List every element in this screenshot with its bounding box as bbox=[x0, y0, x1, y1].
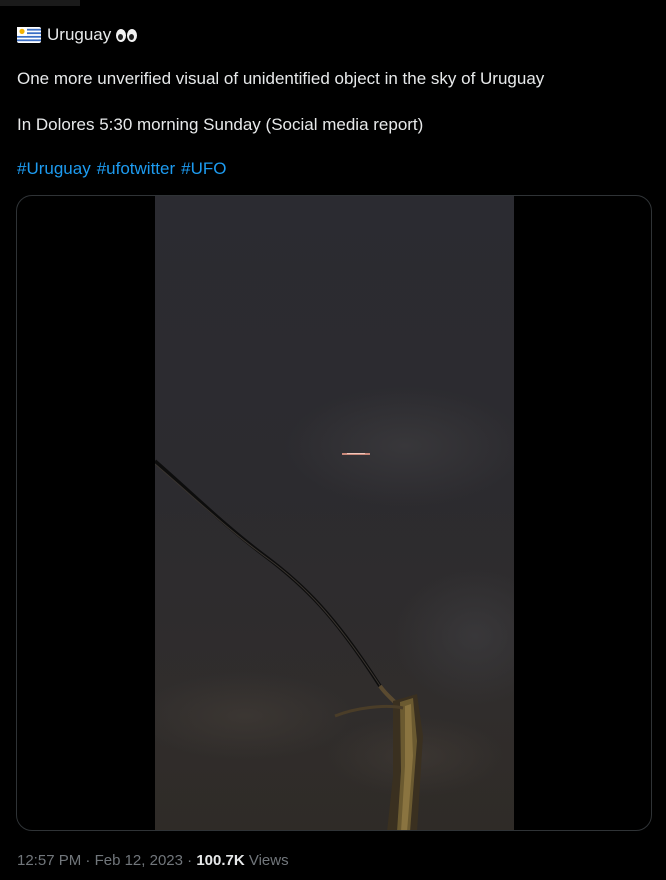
hashtag-row: #Uruguay #ufotwitter #UFO bbox=[17, 158, 233, 180]
tweet-body-line-2: In Dolores 5:30 morning Sunday (Social m… bbox=[17, 115, 424, 134]
video-frame[interactable] bbox=[155, 196, 514, 831]
tweet-title-line: Uruguay bbox=[17, 24, 138, 46]
video-player[interactable] bbox=[16, 195, 652, 831]
hashtag-ufotwitter[interactable]: #ufotwitter bbox=[97, 159, 175, 178]
ufo-light bbox=[342, 453, 370, 455]
views-label: Views bbox=[244, 852, 289, 869]
tweet-time[interactable]: 12:57 PM bbox=[17, 852, 81, 869]
tweet-body-line-1: One more unverified visual of unidentifi… bbox=[17, 69, 545, 88]
top-divider bbox=[0, 0, 80, 6]
tweet: Uruguay One more unverified visual of un… bbox=[0, 0, 666, 880]
hashtag-ufo[interactable]: #UFO bbox=[181, 159, 226, 178]
uruguay-flag-icon bbox=[17, 27, 41, 43]
tweet-meta: 12:57 PM · Feb 12, 2023 · 100.7K Views bbox=[17, 851, 289, 871]
tweet-title: Uruguay bbox=[47, 25, 112, 44]
hashtag-uruguay[interactable]: #Uruguay bbox=[17, 159, 91, 178]
tweet-date[interactable]: Feb 12, 2023 bbox=[95, 852, 183, 869]
views-count[interactable]: 100.7K bbox=[196, 852, 244, 869]
meta-separator: · bbox=[182, 852, 197, 869]
meta-separator: · bbox=[81, 852, 95, 869]
eyes-emoji-icon bbox=[116, 28, 138, 42]
